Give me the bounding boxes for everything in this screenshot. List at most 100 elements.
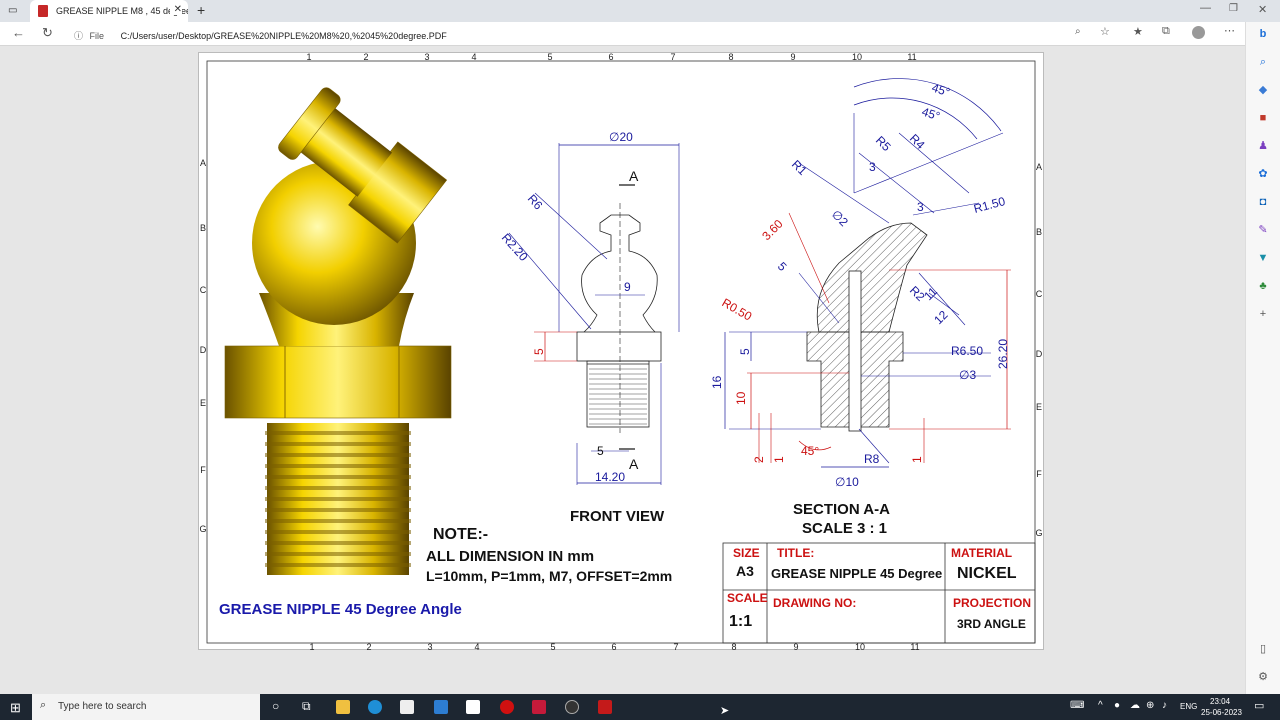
tab-active[interactable]: GREASE NIPPLE M8 , 45 degree ✕: [30, 0, 188, 22]
tray-chevron-icon[interactable]: ^: [1098, 700, 1103, 711]
microsoft365-icon[interactable]: ✿: [1256, 167, 1270, 181]
row-letter: D: [200, 345, 207, 355]
row-letters-right: A B C D E F G: [1035, 162, 1042, 538]
restore-icon[interactable]: ❐: [1229, 3, 1238, 14]
network-icon[interactable]: ⊕: [1146, 700, 1154, 711]
front-ball-profile: [581, 214, 658, 333]
dim-sec-r650: R6.50: [951, 344, 983, 358]
nipple-3d-render: [224, 87, 452, 575]
obs-icon[interactable]: [565, 700, 579, 714]
drop-icon[interactable]: ▼: [1256, 251, 1270, 265]
tb-scale-label: SCALE: [727, 591, 768, 605]
tree-icon[interactable]: ♣: [1256, 279, 1270, 293]
dim-sec-r1: R1: [789, 157, 810, 178]
volume-icon[interactable]: ♪: [1162, 700, 1167, 711]
row-letter: C: [200, 285, 207, 295]
info-icon: ⓘ: [74, 31, 84, 41]
games-icon[interactable]: ♟: [1256, 139, 1270, 153]
column-number: 6: [608, 53, 613, 62]
tb-material-value: NICKEL: [957, 565, 1017, 582]
url-field[interactable]: ⓘ File C:/Users/user/Desktop/GREASE%20NI…: [74, 25, 1244, 43]
drawing-svg: 1 2 3 4 5 6 7 8 9 10 11 1 2 3 4 5 6 7 8 9 10 11 ABCDEFG ABCD…: [199, 52, 1042, 652]
notifications-icon[interactable]: ▭: [1254, 699, 1264, 712]
profile-avatar[interactable]: [1192, 26, 1205, 39]
clock-date[interactable]: 25-06-2023: [1201, 708, 1242, 717]
tb-drawing-no-label: DRAWING NO:: [773, 596, 856, 610]
zoom-icon[interactable]: ⌕: [1075, 26, 1081, 37]
edge-icon[interactable]: [368, 700, 382, 714]
dim-front-r6: R6: [525, 192, 546, 213]
clock-time[interactable]: 23:04: [1210, 697, 1230, 706]
solidworks-icon[interactable]: [598, 700, 612, 714]
column-number: 2: [363, 53, 368, 62]
cloud-icon[interactable]: ☁: [1130, 700, 1140, 711]
tb-scale-value: 1:1: [729, 613, 752, 630]
refresh-icon[interactable]: ↻: [42, 25, 53, 41]
row-letter: E: [1036, 402, 1042, 412]
back-icon[interactable]: ←: [12, 25, 25, 40]
dim-sec-45: 45°: [801, 444, 819, 458]
outlook-icon[interactable]: ◘: [1256, 195, 1270, 209]
favorites-icon[interactable]: ★: [1133, 25, 1143, 38]
column-number: 6: [611, 642, 616, 651]
column-number: 5: [547, 53, 552, 62]
opera-icon[interactable]: [500, 700, 514, 714]
task-view-icon[interactable]: ⧉: [302, 699, 311, 714]
column-number: 3: [424, 53, 429, 62]
dim-front-9: 9: [624, 280, 631, 294]
hide-sidebar-icon[interactable]: ▯: [1256, 642, 1270, 656]
more-icon[interactable]: ⋯: [1224, 24, 1235, 37]
bing-icon[interactable]: b: [1256, 27, 1270, 41]
hex-nut: [224, 345, 452, 419]
add-sidebar-icon[interactable]: +: [1256, 307, 1270, 321]
store-icon[interactable]: [400, 700, 414, 714]
dim-sec-d2: ∅2: [829, 207, 851, 229]
new-tab-icon[interactable]: +: [197, 2, 205, 18]
row-letter: B: [1036, 227, 1042, 237]
dim-sec-r5: R5: [873, 133, 894, 154]
dim-sec-2620: 26.20: [996, 339, 1010, 369]
recorder-icon[interactable]: [532, 700, 546, 714]
close-window-icon[interactable]: ✕: [1258, 3, 1267, 16]
notepad-icon[interactable]: [466, 700, 480, 714]
settings-icon[interactable]: ⚙: [1256, 670, 1270, 684]
mail-icon[interactable]: [434, 700, 448, 714]
cortana-icon[interactable]: ○: [272, 699, 279, 713]
row-letter: B: [200, 223, 206, 233]
column-number: 11: [907, 53, 916, 62]
section-label: SECTION A-A: [793, 501, 890, 518]
dim-sec-360: 3.60: [759, 216, 786, 243]
minimize-icon[interactable]: —: [1200, 2, 1211, 14]
row-letter: A: [1036, 162, 1042, 172]
row-letter: A: [200, 158, 206, 168]
shopping-icon[interactable]: ◆: [1256, 83, 1270, 97]
tb-title-label: TITLE:: [777, 546, 814, 560]
taskbar-search[interactable]: ⌕ Type here to search: [32, 694, 260, 720]
tb-title-value: GREASE NIPPLE 45 Degree: [771, 566, 942, 581]
mic-icon[interactable]: ●: [1114, 700, 1120, 711]
dim-front-5: 5: [532, 348, 546, 355]
tab-title: GREASE NIPPLE M8 , 45 degree: [56, 6, 188, 16]
collections-icon[interactable]: ⧉: [1162, 25, 1170, 38]
dim-front-1420: 14.20: [595, 470, 625, 484]
tb-material-label: MATERIAL: [951, 546, 1012, 560]
favorite-add-icon[interactable]: ☆: [1100, 25, 1110, 38]
window-menu-icon[interactable]: ▭: [8, 5, 17, 16]
language-indicator[interactable]: ENG: [1180, 702, 1197, 711]
column-number: 1: [306, 53, 311, 62]
dim-sec-3a: 3: [869, 160, 876, 174]
part-caption: GREASE NIPPLE 45 Degree Angle: [219, 601, 462, 618]
close-tab-icon[interactable]: ✕: [169, 4, 182, 15]
dim-sec-5a: 5: [775, 259, 790, 274]
section-marker-a-top: A: [629, 168, 639, 184]
designer-icon[interactable]: ✎: [1256, 223, 1270, 237]
keyboard-icon[interactable]: ⌨: [1070, 700, 1084, 711]
file-explorer-icon[interactable]: [336, 700, 350, 714]
tools-icon[interactable]: ■: [1256, 111, 1270, 125]
section-scale-label: SCALE 3 : 1: [802, 520, 887, 537]
row-letter: C: [1036, 289, 1043, 299]
windows-start-icon[interactable]: ⊞: [10, 700, 21, 716]
search-icon[interactable]: ⌕: [1256, 55, 1270, 69]
dim-sec-d10: ∅10: [835, 475, 859, 489]
search-placeholder: Type here to search: [58, 701, 147, 712]
